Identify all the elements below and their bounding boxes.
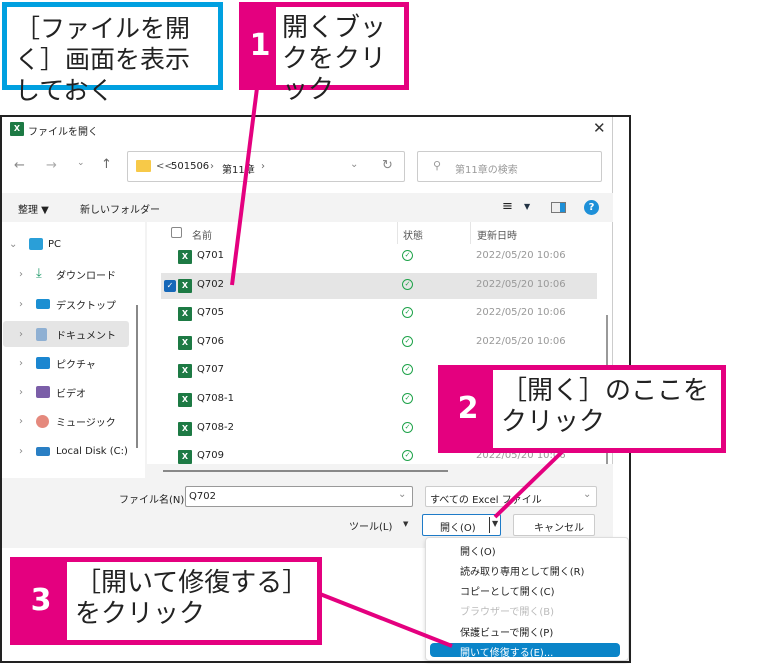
step1-callout: 1 開くブックをクリック xyxy=(239,2,409,105)
leader-line-2 xyxy=(493,450,564,519)
step2-text: ［開く］のここをクリック xyxy=(501,376,710,437)
step2-callout: 2 ［開く］のここをクリック xyxy=(438,365,726,453)
leader-line-3 xyxy=(319,592,453,648)
step-number: 3 xyxy=(15,562,67,640)
leader-line-1 xyxy=(230,87,259,286)
intro-callout: ［ファイルを開く］画面を表示しておく xyxy=(2,2,223,105)
step3-text: ［開いて修復する］をクリック xyxy=(75,568,309,629)
step-number: 1 xyxy=(244,7,276,85)
step-number: 2 xyxy=(443,370,493,448)
step1-text: 開くブックをクリック xyxy=(282,13,387,105)
step3-callout: 3 ［開いて修復する］をクリック xyxy=(10,557,322,645)
